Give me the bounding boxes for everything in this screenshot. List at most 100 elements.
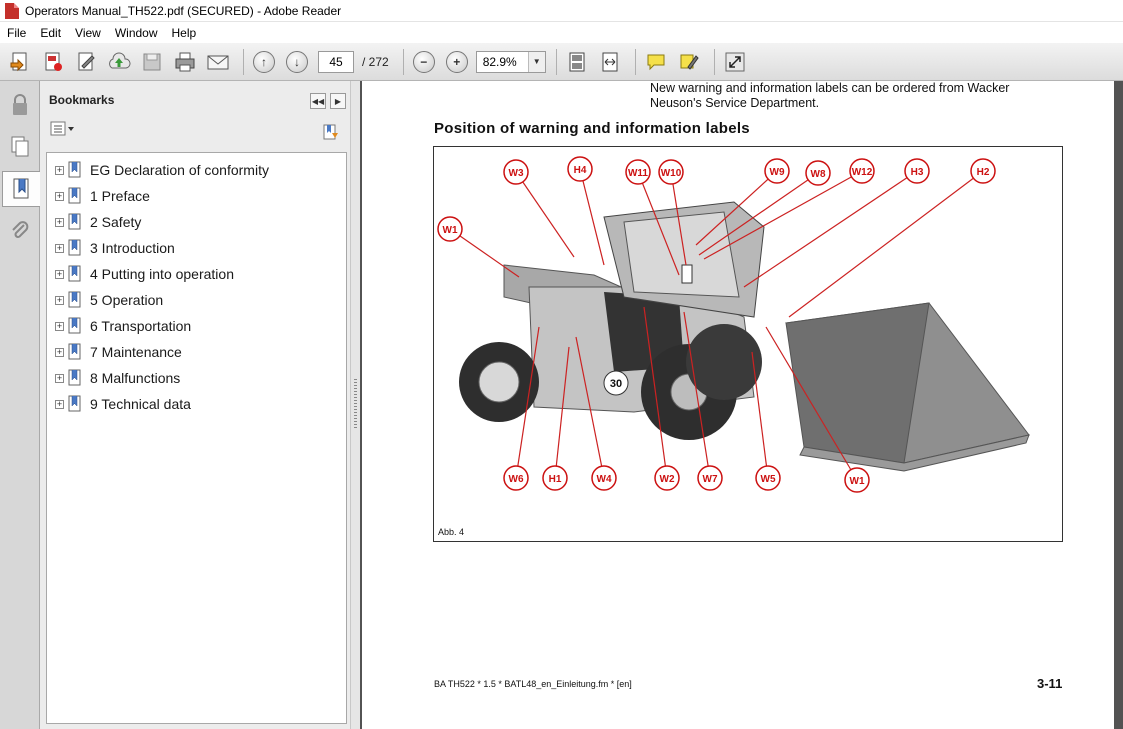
callout-h3: H3 [911, 167, 924, 178]
zoom-in-icon[interactable]: + [443, 48, 471, 76]
document-view[interactable]: New warning and information labels can b… [360, 81, 1123, 729]
bookmark-item[interactable]: + 1 Preface [47, 183, 346, 209]
options-menu-icon[interactable] [50, 121, 76, 142]
bookmark-label: 3 Introduction [90, 240, 175, 256]
bookmark-label: 8 Malfunctions [90, 370, 181, 386]
bookmark-icon [68, 213, 81, 230]
menu-file[interactable]: File [0, 26, 33, 40]
pages-icon[interactable] [2, 129, 38, 165]
expand-plus-icon[interactable]: + [55, 347, 64, 357]
comment-icon[interactable] [642, 48, 670, 76]
upload-icon[interactable] [105, 48, 133, 76]
intro-line-2: Neuson's Service Department. [650, 96, 820, 110]
callout-h2: H2 [977, 167, 990, 178]
next-page-icon[interactable]: ↓ [283, 48, 311, 76]
bookmarks-list: + EG Declaration of conformity + 1 Prefa… [46, 152, 347, 724]
page-footer-left: BA TH522 * 1.5 * BATL48_en_Einleitung.fm… [434, 679, 632, 689]
create-pdf-icon[interactable] [6, 48, 34, 76]
document-scrollbar[interactable] [1114, 81, 1123, 729]
page-number-footer: 3-11 [1037, 676, 1063, 691]
callout-w10: W10 [661, 168, 682, 179]
bookmark-label: 5 Operation [90, 292, 164, 308]
panel-splitter[interactable] [350, 81, 360, 729]
menu-view[interactable]: View [68, 26, 108, 40]
bookmark-item[interactable]: + 3 Introduction [47, 235, 346, 261]
toolbar-separator [243, 48, 244, 75]
callout-w12: W12 [852, 167, 873, 178]
expand-plus-icon[interactable]: + [55, 217, 64, 227]
bookmarks-panel-icon[interactable] [2, 171, 40, 207]
vehicle-number: 30 [610, 378, 622, 390]
bookmark-item[interactable]: + 2 Safety [47, 209, 346, 235]
callout-w8: W8 [811, 169, 826, 180]
email-icon[interactable] [204, 48, 232, 76]
expand-icon[interactable] [721, 48, 749, 76]
zoom-select[interactable]: 82.9% ▼ [475, 50, 546, 73]
expand-plus-icon[interactable]: + [55, 321, 64, 331]
close-panel-icon[interactable]: ▶ [330, 93, 346, 109]
fit-page-icon[interactable] [563, 48, 591, 76]
expand-plus-icon[interactable]: + [55, 399, 64, 409]
callout-w11: W11 [628, 168, 648, 179]
bookmark-item[interactable]: + 8 Malfunctions [47, 365, 346, 391]
bookmark-icon [68, 291, 81, 308]
callout-w1-top: W1 [443, 225, 458, 236]
bookmark-label: 1 Preface [90, 188, 150, 204]
highlight-icon[interactable] [675, 48, 703, 76]
expand-plus-icon[interactable]: + [55, 165, 64, 175]
splitter-grip[interactable] [354, 379, 357, 429]
previous-page-icon[interactable]: ↑ [250, 48, 278, 76]
expand-bookmark-icon[interactable] [322, 123, 340, 146]
intro-text: New warning and information labels can b… [650, 81, 1050, 111]
bookmark-label: 4 Putting into operation [90, 266, 234, 282]
collapse-panel-icon[interactable]: ◀◀ [310, 93, 326, 109]
navigation-rail [0, 81, 40, 729]
menu-window[interactable]: Window [108, 26, 165, 40]
bookmark-label: 6 Transportation [90, 318, 192, 334]
intro-line-1: New warning and information labels can b… [650, 81, 1010, 95]
panel-title: Bookmarks [49, 93, 115, 107]
menu-edit[interactable]: Edit [33, 26, 68, 40]
callout-w7: W7 [703, 474, 718, 485]
bookmark-icon [68, 265, 81, 282]
zoom-out-icon[interactable]: − [410, 48, 438, 76]
bookmark-icon [68, 317, 81, 334]
chevron-down-icon[interactable]: ▼ [527, 51, 545, 72]
bookmark-item[interactable]: + 7 Maintenance [47, 339, 346, 365]
title-bar: Operators Manual_TH522.pdf (SECURED) - A… [0, 0, 1123, 22]
pdf-page: New warning and information labels can b… [362, 81, 1114, 729]
callout-w5: W5 [761, 474, 776, 485]
bookmarks-header: Bookmarks ◀◀ ▶ [40, 81, 350, 119]
page-number-input[interactable]: 45 [318, 50, 354, 73]
attachments-icon[interactable] [2, 213, 38, 249]
window-title: Operators Manual_TH522.pdf (SECURED) - A… [25, 3, 342, 18]
pdf-app-icon [5, 2, 19, 19]
lock-icon[interactable] [2, 87, 38, 123]
expand-plus-icon[interactable]: + [55, 295, 64, 305]
menu-bar: File Edit View Window Help [0, 23, 1123, 43]
edit-pdf-icon[interactable] [39, 48, 67, 76]
expand-plus-icon[interactable]: + [55, 191, 64, 201]
bookmark-item[interactable]: + 6 Transportation [47, 313, 346, 339]
bookmark-icon [68, 369, 81, 386]
expand-plus-icon[interactable]: + [55, 243, 64, 253]
bookmark-item[interactable]: + 5 Operation [47, 287, 346, 313]
bookmarks-tools [40, 119, 350, 143]
fit-width-icon[interactable] [596, 48, 624, 76]
sign-icon[interactable] [72, 48, 100, 76]
menu-help[interactable]: Help [165, 26, 204, 40]
bookmark-item[interactable]: + 4 Putting into operation [47, 261, 346, 287]
callout-h4: H4 [574, 165, 587, 176]
bookmark-item[interactable]: + EG Declaration of conformity [47, 157, 346, 183]
bookmark-icon [68, 343, 81, 360]
expand-plus-icon[interactable]: + [55, 269, 64, 279]
expand-plus-icon[interactable]: + [55, 373, 64, 383]
callout-w9: W9 [770, 167, 785, 178]
print-icon[interactable] [171, 48, 199, 76]
callout-w2: W2 [660, 474, 675, 485]
callout-w1-bottom: W1 [850, 476, 865, 487]
figure-telehandler: 30 W3 H4 W11 W10 W9 W8 W12 H3 H2 W1 W6 H… [433, 146, 1063, 542]
bookmark-icon [68, 239, 81, 256]
bookmark-item[interactable]: + 9 Technical data [47, 391, 346, 417]
save-icon[interactable] [138, 48, 166, 76]
